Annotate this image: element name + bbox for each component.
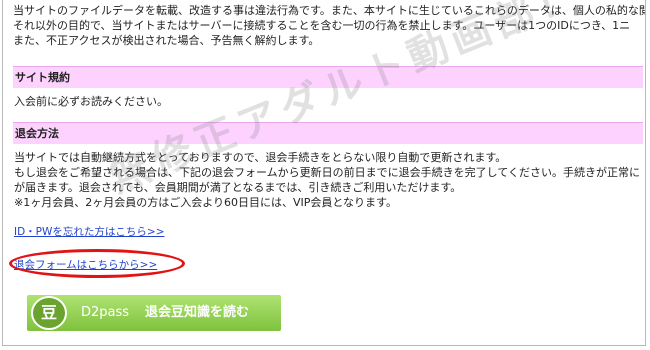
intro-line: また、不正アクセスが検出された場合、予告無く解約します。 [13,34,320,47]
bean-icon: 豆 [31,296,67,330]
cancel-line: もし退会をご希望される場合は、下記の退会フォームから更新日の前日までに退会手続き… [14,166,641,179]
cancel-line: ※1ヶ月会員、2ヶ月会員の方はご入会より60日目には、VIP会員となります。 [14,196,397,209]
highlight-ellipse [9,249,185,278]
intro-line: それ以外の目的で、当サイトまたはサーバーに接続することを含む一切の行為を禁止しま… [13,19,631,32]
forgot-id-pw-link[interactable]: ID・PWを忘れた方はこちら>> [14,224,165,239]
terms-line: 入会前に必ずお読みください。 [14,95,168,108]
cancel-line: 当サイトでは自動継続方式をとっておりますので、退会手続きをとらない限り自動で更新… [14,151,507,164]
page-frame: 当サイトのファイルデータを転載、改造する事は違法行為です。また、本サイトに生じて… [2,0,646,346]
cancel-line: が届きます。退会されても、会員期間が満了となるまでは、引き続きご利用いただけます… [14,181,462,194]
d2pass-cancel-tips-banner[interactable]: 豆 D2pass 退会豆知識を読む [27,295,281,331]
section-heading-terms: サイト規約 [13,66,643,88]
section-heading-cancel: 退会方法 [13,122,643,144]
intro-text: 当サイトのファイルデータを転載、改造する事は違法行為です。また、本サイトに生じて… [13,3,646,48]
banner-label: 退会豆知識を読む [145,305,250,320]
intro-line: 当サイトのファイルデータを転載、改造する事は違法行為です。また、本サイトに生じて… [13,4,646,17]
banner-brand: D2pass [81,305,130,320]
terms-text: 入会前に必ずお読みください。 [14,94,645,109]
cancel-text: 当サイトでは自動継続方式をとっておりますので、退会手続きをとらない限り自動で更新… [14,150,645,210]
